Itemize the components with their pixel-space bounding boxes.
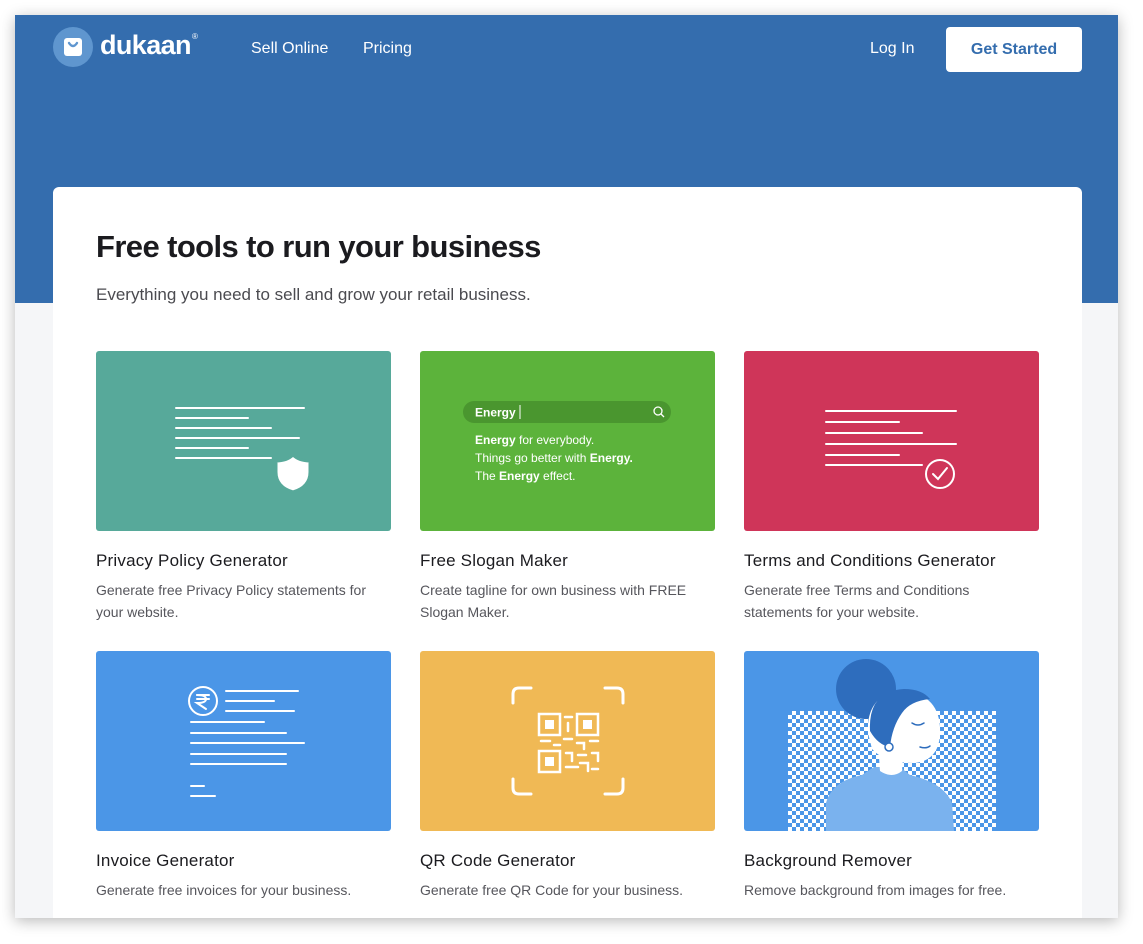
thumbnail-background [744, 351, 1039, 531]
thumbnail-background [96, 351, 391, 531]
tool-description: Remove background from images for free. [744, 882, 1007, 898]
tool-card-qr-code[interactable]: QR Code Generator Generate free QR Code … [420, 651, 715, 901]
tool-card-slogan-maker[interactable]: Energy Energy for everybody. Things go b… [420, 351, 715, 623]
browser-window: dukaan ® Sell Online Pricing Log In Get … [15, 15, 1118, 918]
tool-card-terms-conditions[interactable]: Terms and Conditions Generator Generate … [744, 351, 1039, 623]
slogan-maker-thumbnail: Energy Energy for everybody. Things go b… [420, 351, 715, 531]
tool-description: Generate free QR Code for your business. [420, 882, 684, 898]
get-started-button[interactable]: Get Started [946, 27, 1082, 72]
dukaan-logo[interactable]: dukaan ® [53, 27, 198, 67]
tool-description: Generate free Terms and Conditions state… [744, 582, 970, 620]
login-link[interactable]: Log In [870, 40, 914, 58]
tool-name: Background Remover [744, 851, 913, 870]
tool-name: Free Slogan Maker [420, 551, 568, 570]
tool-name: Invoice Generator [96, 851, 235, 870]
terms-conditions-thumbnail [744, 351, 1039, 531]
slogan-line-2: Things go better with Energy. [475, 451, 633, 465]
logo-text: dukaan [100, 29, 192, 60]
nav-pricing[interactable]: Pricing [363, 40, 412, 58]
tool-card-background-remover[interactable]: Background Remover Remove background fro… [744, 651, 1039, 901]
tool-name: Terms and Conditions Generator [744, 551, 996, 570]
privacy-policy-thumbnail [96, 351, 391, 531]
tool-description: Generate free invoices for your business… [96, 882, 352, 898]
thumbnail-background [420, 651, 715, 831]
tool-card-invoice[interactable]: Invoice Generator Generate free invoices… [96, 651, 391, 901]
qr-code-thumbnail [420, 651, 715, 831]
tools-card: Free tools to run your business Everythi… [53, 187, 1082, 918]
tool-description: Create tagline for own business with FRE… [420, 582, 687, 620]
tool-card-privacy-policy[interactable]: Privacy Policy Generator Generate free P… [96, 351, 391, 623]
slogan-line-1: Energy for everybody. [475, 433, 594, 447]
invoice-thumbnail [96, 651, 391, 831]
shopping-bag-icon [53, 27, 93, 67]
page-title: Free tools to run your business [96, 229, 541, 264]
background-remover-thumbnail [744, 651, 1039, 831]
registered-mark: ® [191, 31, 198, 41]
thumbnail-background [96, 651, 391, 831]
tool-name: Privacy Policy Generator [96, 551, 288, 570]
slogan-line-3: The Energy effect. [475, 469, 576, 483]
tool-name: QR Code Generator [420, 851, 576, 870]
slogan-search-text: Energy [475, 406, 516, 420]
page-subtitle: Everything you need to sell and grow you… [96, 285, 531, 304]
nav-sell-online[interactable]: Sell Online [251, 40, 328, 58]
tool-description: Generate free Privacy Policy statements … [96, 582, 366, 620]
